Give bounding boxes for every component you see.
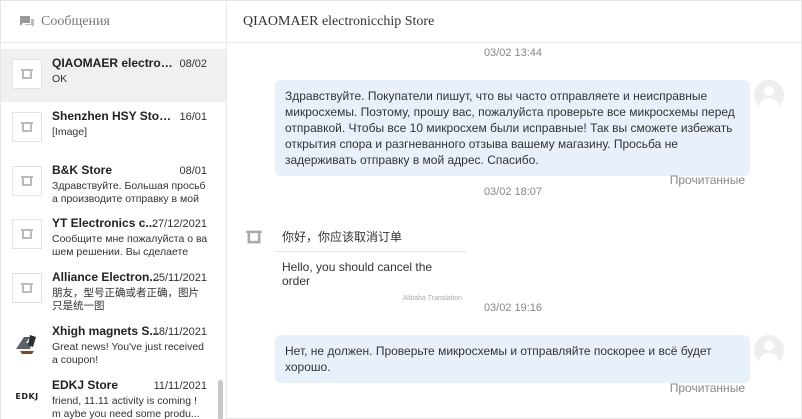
store-icon [246, 230, 262, 244]
message-thread: 03/02 13:44 Здравствуйте. Покупатели пиш… [228, 43, 802, 419]
chat-bubble-icon [20, 15, 34, 27]
store-icon [21, 283, 33, 293]
conversation-name: QIAOMAER electronic... [52, 56, 174, 70]
store-title: QIAOMAER electronicchip Store [243, 13, 435, 29]
user-avatar [754, 335, 784, 365]
message-translation: Hello, you should cancel the order [282, 260, 433, 288]
store-icon [21, 69, 33, 79]
read-status: Прочитанные [669, 381, 745, 395]
store-avatar [12, 59, 42, 89]
read-status: Прочитанные [669, 173, 745, 187]
conversation-item[interactable]: Xhigh magnets S... 18/11/2021 Great news… [1, 317, 226, 370]
user-avatar-body [759, 98, 779, 110]
sidebar-scrollbar[interactable] [218, 46, 223, 419]
conversation-name: B&K Store [52, 163, 113, 177]
conversation-preview: Сообщите мне пожалуйста о ва шем решении… [52, 233, 208, 258]
conversation-preview: [Image] [52, 126, 88, 138]
magnets-logo-icon [12, 327, 42, 357]
conversation-date: 16/01 [179, 111, 207, 123]
conversation-preview: Great news! You've just received a coupo… [52, 341, 205, 366]
chat-header: QIAOMAER electronicchip Store [228, 1, 802, 43]
edkj-logo: EDKJ [15, 391, 39, 401]
conversation-date: 27/12/2021 [151, 218, 207, 230]
user-avatar-body [759, 353, 779, 365]
store-icon [21, 229, 33, 239]
conversation-date: 11/11/2021 [153, 380, 207, 392]
conversation-preview: friend, 11.11 activity is coming ! m ayb… [52, 395, 200, 419]
message-original: 你好，你应该取消订单 [276, 228, 466, 252]
outgoing-message: Здравствуйте. Покупатели пишут, что вы ч… [275, 80, 750, 176]
messages-app: Сообщения QIAOMAER electronic... 08/02 O… [0, 0, 802, 419]
store-avatar [12, 273, 42, 303]
sidebar-header: Сообщения [1, 1, 226, 43]
conversation-item[interactable]: EDKJ EDKJ Store 11/11/2021 friend, 11.11… [1, 371, 226, 419]
message-timestamp: 03/02 18:07 [483, 186, 543, 198]
conversation-preview: OK [52, 73, 68, 85]
conversation-name: Shenzhen HSY Store ... [52, 109, 174, 123]
sidebar-scrollbar-thumb[interactable] [218, 380, 223, 419]
conversation-preview: Здравствуйте. Большая просьб а производи… [52, 180, 206, 205]
user-avatar-head [764, 86, 774, 96]
message-timestamp: 03/02 19:16 [483, 302, 543, 314]
conversation-item[interactable]: B&K Store 08/01 Здравствуйте. Большая пр… [1, 156, 226, 209]
translation-label: Alibaba Translation [402, 295, 462, 302]
store-avatar [12, 112, 42, 142]
message-timestamp: 03/02 13:44 [483, 47, 543, 59]
sidebar: Сообщения QIAOMAER electronic... 08/02 O… [1, 1, 227, 419]
user-avatar [754, 80, 784, 110]
conversation-date: 25/11/2021 [152, 272, 207, 284]
store-icon [21, 176, 33, 186]
conversation-item[interactable]: Shenzhen HSY Store ... 16/01 [Image] [1, 102, 226, 155]
store-avatar: EDKJ [12, 381, 42, 411]
conversation-preview: 朋友，型号正确或者正确，图片只是统一图 [52, 287, 199, 312]
user-avatar-head [764, 341, 774, 351]
outgoing-message: Нет, не должен. Проверьте микросхемы и о… [275, 335, 750, 383]
incoming-message: 你好，你应该取消订单 Hello, you should cancel the … [276, 228, 466, 302]
conversation-item[interactable]: YT Electronics c... 27/12/2021 Сообщите … [1, 209, 226, 262]
conversation-item[interactable]: Alliance Electron... 25/11/2021 朋友，型号正确或… [1, 263, 226, 316]
conversation-date: 18/11/2021 [152, 326, 207, 338]
chat-panel: QIAOMAER electronicchip Store 03/02 13:4… [228, 1, 802, 419]
conversation-item[interactable]: QIAOMAER electronic... 08/02 OK [1, 49, 226, 102]
sidebar-title: Сообщения [41, 13, 110, 29]
store-avatar [12, 327, 42, 357]
store-avatar [12, 166, 42, 196]
store-icon [21, 122, 33, 132]
store-avatar [12, 219, 42, 249]
conversation-date: 08/01 [179, 165, 207, 177]
conversation-date: 08/02 [179, 58, 207, 70]
